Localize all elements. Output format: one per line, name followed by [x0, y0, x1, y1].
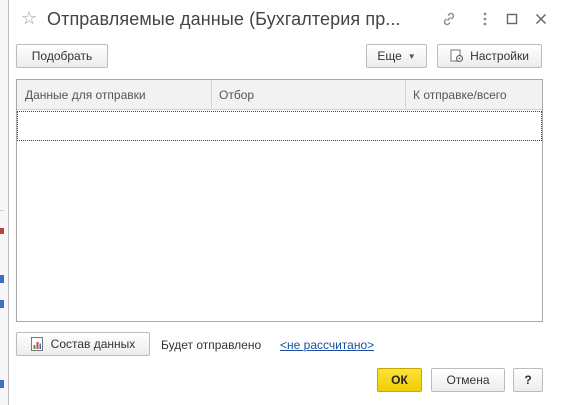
background-fragment — [0, 275, 4, 283]
help-button[interactable]: ? — [513, 368, 543, 392]
help-button-label: ? — [524, 373, 532, 387]
cancel-button[interactable]: Отмена — [431, 368, 505, 392]
more-vertical-icon[interactable] — [475, 9, 495, 29]
background-fragment — [0, 228, 4, 234]
link-icon-svg — [443, 12, 455, 26]
will-be-sent-label: Будет отправлено — [161, 338, 262, 352]
window-title: Отправляемые данные (Бухгалтерия пр... — [47, 9, 401, 29]
data-composition-button[interactable]: Состав данных — [16, 332, 150, 356]
maximize-icon-svg — [506, 13, 518, 25]
close-icon[interactable] — [531, 9, 551, 29]
table-header: Данные для отправки Отбор К отправке/все… — [17, 80, 542, 110]
column-header-filter[interactable]: Отбор — [211, 80, 405, 110]
more-button-label: Еще — [377, 49, 402, 63]
settings-button[interactable]: Настройки — [437, 44, 542, 68]
settings-button-label: Настройки — [470, 49, 529, 63]
background-fragment — [0, 210, 4, 211]
column-header-to-send-total[interactable]: К отправке/всего — [405, 80, 542, 110]
select-button-label: Подобрать — [31, 49, 93, 63]
title-bar: ☆ Отправляемые данные (Бухгалтерия пр... — [9, 0, 564, 38]
more-vertical-icon-svg — [483, 12, 487, 26]
column-header-data[interactable]: Данные для отправки — [17, 80, 211, 110]
star-icon[interactable]: ☆ — [21, 9, 37, 27]
not-calculated-link[interactable]: <не рассчитано> — [280, 338, 374, 352]
maximize-icon[interactable] — [502, 9, 522, 29]
dropdown-arrow-icon: ▼ — [407, 51, 416, 61]
select-button[interactable]: Подобрать — [16, 44, 108, 68]
ok-button[interactable]: ОК — [377, 368, 422, 392]
background-fragment — [0, 300, 4, 308]
report-icon — [30, 337, 43, 351]
ok-button-label: ОК — [391, 373, 408, 387]
sent-data-dialog: ☆ Отправляемые данные (Бухгалтерия пр... — [8, 0, 564, 405]
more-button[interactable]: Еще ▼ — [366, 44, 427, 68]
gear-icon — [450, 49, 464, 63]
table-row[interactable] — [17, 111, 542, 141]
data-composition-label: Состав данных — [50, 337, 136, 351]
cancel-button-label: Отмена — [446, 373, 490, 387]
sent-data-table[interactable]: Данные для отправки Отбор К отправке/все… — [16, 79, 543, 322]
close-icon-svg — [535, 13, 547, 25]
background-fragment — [0, 380, 4, 388]
link-icon[interactable] — [439, 9, 459, 29]
